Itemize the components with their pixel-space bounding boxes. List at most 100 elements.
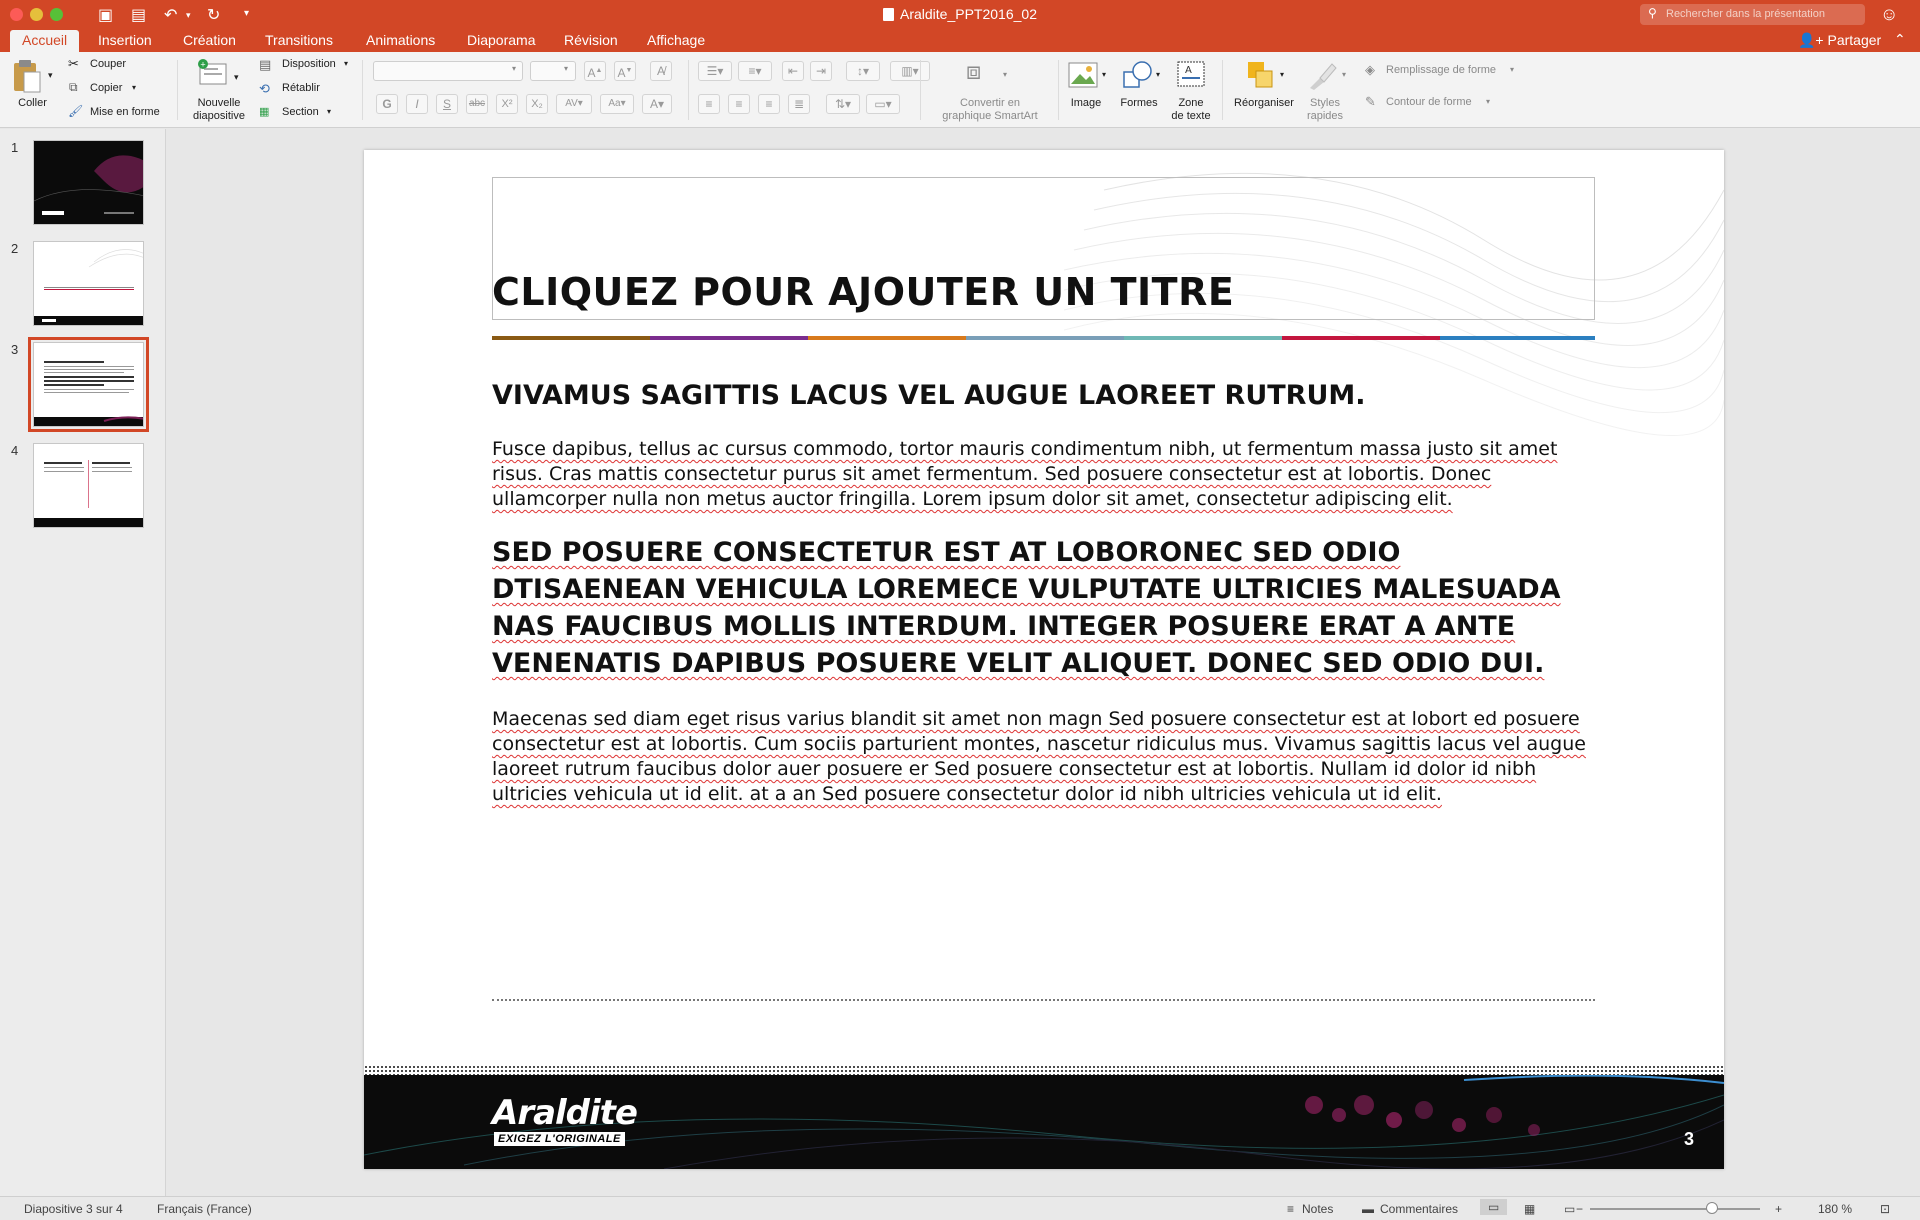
tab-accueil[interactable]: Accueil: [10, 30, 80, 52]
paste-icon[interactable]: [12, 58, 42, 94]
copy-icon[interactable]: ⧉: [69, 80, 78, 95]
zoom-slider[interactable]: [1590, 1208, 1760, 1210]
quick-styles-dropdown-icon[interactable]: ▾: [1342, 70, 1346, 79]
zoom-level[interactable]: 180 %: [1818, 1202, 1852, 1216]
image-dropdown-icon[interactable]: ▾: [1102, 70, 1106, 79]
align-right-button[interactable]: ≡: [758, 94, 780, 114]
decrease-indent-button[interactable]: ⇤: [782, 61, 804, 81]
content-paragraph-2[interactable]: Maecenas sed diam eget risus varius blan…: [492, 707, 1602, 807]
section-button[interactable]: Section: [282, 106, 319, 118]
cut-button[interactable]: Couper: [90, 58, 126, 70]
tab-diaporama[interactable]: Diaporama: [467, 30, 535, 52]
quick-styles-icon[interactable]: [1306, 60, 1338, 92]
line-spacing-button[interactable]: ↕▾: [846, 61, 880, 81]
layout-dropdown-icon[interactable]: ▾: [344, 59, 348, 68]
paste-dropdown-icon[interactable]: ▾: [48, 70, 53, 81]
cut-icon[interactable]: ✂: [68, 56, 79, 72]
comments-icon[interactable]: ▬: [1362, 1202, 1374, 1216]
content-heading-1[interactable]: VIVAMUS SAGITTIS LACUS VEL AUGUE LAOREET…: [492, 380, 1366, 411]
feedback-smiley-icon[interactable]: ☺: [1880, 4, 1898, 25]
clear-formatting-button[interactable]: A̸: [650, 61, 672, 81]
paste-button[interactable]: Coller: [10, 97, 55, 110]
textbox-button[interactable]: Zone de texte: [1162, 97, 1220, 123]
convert-smartart-button[interactable]: Convertir en graphique SmartArt: [920, 97, 1060, 123]
new-slide-button[interactable]: Nouvelle diapositive: [184, 97, 254, 123]
shape-fill-icon[interactable]: ◈: [1365, 62, 1375, 78]
tab-affichage[interactable]: Affichage: [647, 30, 705, 52]
shape-outline-button[interactable]: Contour de forme: [1386, 96, 1472, 108]
arrange-button[interactable]: Réorganiser: [1228, 97, 1300, 110]
superscript-button[interactable]: X²: [496, 94, 518, 114]
tab-insertion[interactable]: Insertion: [98, 30, 152, 52]
shapes-button[interactable]: Formes: [1115, 97, 1163, 110]
arrange-dropdown-icon[interactable]: ▾: [1280, 70, 1284, 79]
text-direction-button[interactable]: ⇅▾: [826, 94, 860, 114]
change-case-button[interactable]: Aa▾: [600, 94, 634, 114]
slide-thumbnail-3[interactable]: [28, 337, 149, 432]
reset-icon[interactable]: ⟲: [259, 81, 270, 97]
font-name-select[interactable]: [373, 61, 523, 81]
content-paragraph-1[interactable]: Fusce dapibus, tellus ac cursus commodo,…: [492, 437, 1602, 512]
underline-button[interactable]: S: [436, 94, 458, 114]
shapes-icon[interactable]: [1122, 60, 1154, 90]
zoom-out-button[interactable]: −: [1576, 1202, 1583, 1216]
grow-font-button[interactable]: A▲: [584, 61, 606, 81]
copy-button[interactable]: Copier: [90, 82, 122, 94]
italic-button[interactable]: I: [406, 94, 428, 114]
slide-title[interactable]: CLIQUEZ POUR AJOUTER UN TITRE: [492, 270, 1234, 314]
new-slide-dropdown-icon[interactable]: ▾: [234, 72, 239, 83]
tab-creation[interactable]: Création: [183, 30, 236, 52]
share-button[interactable]: 👤+ Partager: [1798, 30, 1881, 50]
slide-thumbnail-4[interactable]: [33, 443, 144, 528]
justify-button[interactable]: ≣: [788, 94, 810, 114]
increase-indent-button[interactable]: ⇥: [810, 61, 832, 81]
quick-styles-button[interactable]: Styles rapides: [1300, 97, 1350, 123]
fit-to-window-icon[interactable]: ⊡: [1880, 1202, 1890, 1216]
reset-button[interactable]: Rétablir: [282, 82, 320, 94]
shape-outline-icon[interactable]: ✎: [1365, 94, 1376, 110]
numbering-button[interactable]: ≡▾: [738, 61, 772, 81]
tab-animations[interactable]: Animations: [366, 30, 435, 52]
normal-view-icon[interactable]: ▭: [1480, 1199, 1508, 1215]
format-painter-icon[interactable]: 🖌: [68, 104, 83, 118]
section-icon[interactable]: ▦: [259, 105, 269, 118]
content-heading-2[interactable]: SED POSUERE CONSECTETUR EST AT LOBORONEC…: [492, 534, 1602, 682]
font-size-select[interactable]: [530, 61, 576, 81]
image-button[interactable]: Image: [1066, 97, 1106, 110]
font-size-dropdown-icon[interactable]: ▾: [564, 64, 568, 73]
slide-thumbnail-1[interactable]: [33, 140, 144, 225]
smartart-dropdown-icon[interactable]: ▾: [1003, 70, 1007, 79]
textbox-icon[interactable]: A: [1176, 60, 1206, 88]
slide[interactable]: CLIQUEZ POUR AJOUTER UN TITRE VIVAMUS SA…: [364, 150, 1724, 1169]
collapse-ribbon-icon[interactable]: ⌃: [1894, 31, 1906, 48]
format-painter-button[interactable]: Mise en forme: [90, 106, 160, 118]
columns-button[interactable]: ▥▾: [890, 61, 930, 81]
notes-icon[interactable]: ≡: [1287, 1202, 1294, 1216]
reading-view-icon[interactable]: ▭: [1564, 1202, 1575, 1216]
slide-thumbnail-2[interactable]: [33, 241, 144, 326]
comments-button[interactable]: Commentaires: [1380, 1202, 1458, 1216]
layout-icon[interactable]: ▤: [259, 57, 271, 73]
smartart-icon[interactable]: ⧈: [966, 58, 981, 86]
align-left-button[interactable]: ≡: [698, 94, 720, 114]
subscript-button[interactable]: X₂: [526, 94, 548, 114]
zoom-in-button[interactable]: +: [1775, 1202, 1782, 1216]
bold-button[interactable]: G: [376, 94, 398, 114]
section-dropdown-icon[interactable]: ▾: [327, 107, 331, 116]
bullets-button[interactable]: ☰▾: [698, 61, 732, 81]
tab-revision[interactable]: Révision: [564, 30, 618, 52]
align-text-button[interactable]: ▭▾: [866, 94, 900, 114]
tab-transitions[interactable]: Transitions: [265, 30, 333, 52]
shrink-font-button[interactable]: A▼: [614, 61, 636, 81]
copy-dropdown-icon[interactable]: ▾: [132, 83, 136, 92]
strikethrough-button[interactable]: abc: [466, 94, 488, 114]
font-name-dropdown-icon[interactable]: ▾: [512, 64, 516, 73]
shapes-dropdown-icon[interactable]: ▾: [1156, 70, 1160, 79]
shape-fill-button[interactable]: Remplissage de forme: [1386, 64, 1496, 76]
character-spacing-button[interactable]: AV▾: [556, 94, 592, 114]
shape-fill-dropdown-icon[interactable]: ▾: [1510, 65, 1514, 74]
new-slide-icon[interactable]: +: [197, 58, 229, 88]
font-color-button[interactable]: A▾: [642, 94, 672, 114]
slide-sorter-view-icon[interactable]: ▦: [1524, 1202, 1535, 1216]
image-icon[interactable]: [1068, 62, 1098, 88]
